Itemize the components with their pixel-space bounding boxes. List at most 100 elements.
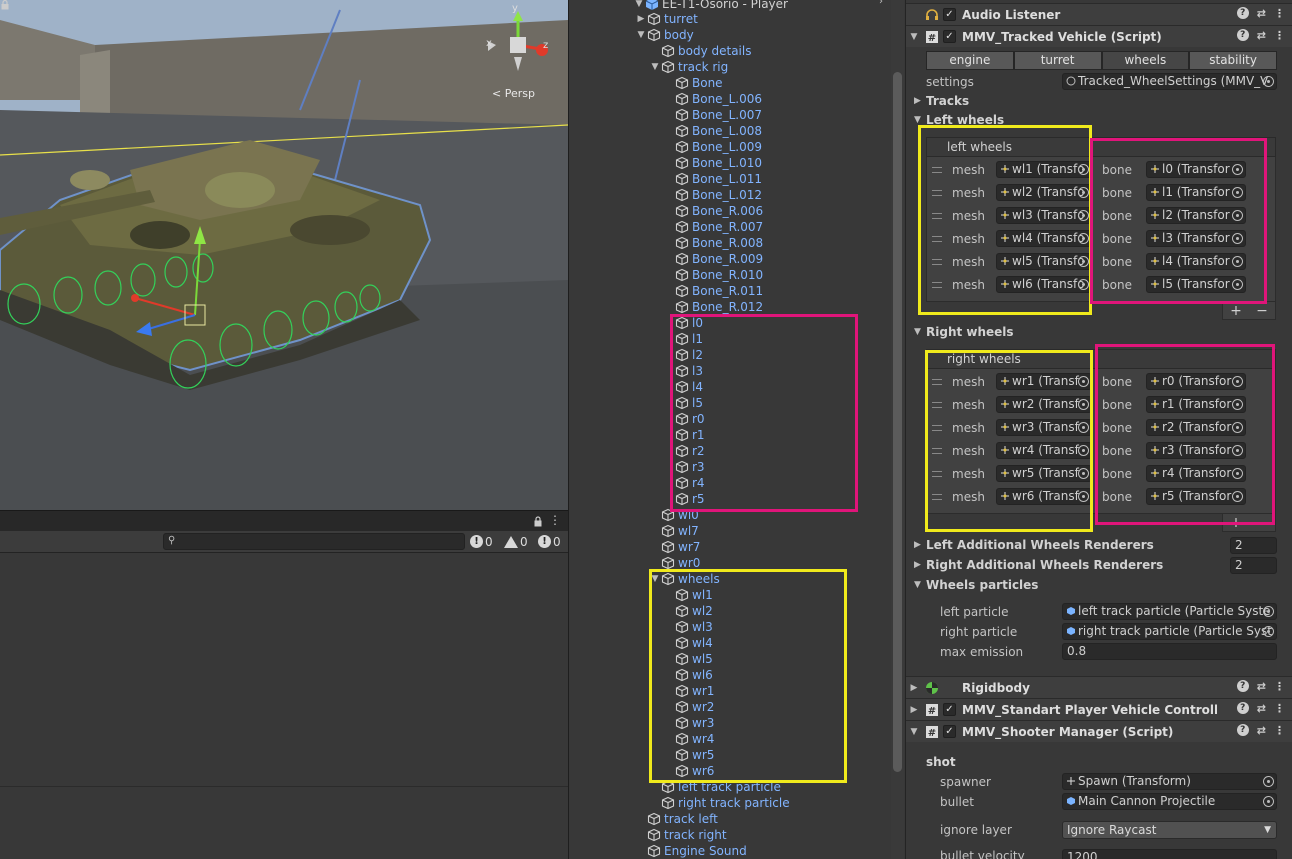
- hierarchy-item[interactable]: wl1: [663, 587, 713, 603]
- remove-element-button[interactable]: −: [1256, 515, 1268, 531]
- right-wheels-foldout[interactable]: ▼ Right wheels: [914, 325, 1014, 339]
- add-element-button[interactable]: +: [1230, 515, 1242, 531]
- hierarchy-item[interactable]: wl0: [649, 507, 699, 523]
- mesh-field[interactable]: wl1 (Transfo: [996, 161, 1092, 178]
- info-count-toggle[interactable]: ! 0: [470, 533, 493, 550]
- hierarchy-item[interactable]: Bone_L.010: [663, 155, 762, 171]
- left-additional-count-field[interactable]: 2: [1230, 537, 1277, 554]
- object-picker-icon[interactable]: [1263, 606, 1274, 617]
- hierarchy-item[interactable]: Bone_L.012: [663, 187, 762, 203]
- object-picker-icon[interactable]: [1232, 468, 1243, 479]
- ignore-layer-dropdown[interactable]: Ignore Raycast ▼: [1062, 821, 1277, 839]
- mesh-field[interactable]: wl6 (Transfo: [996, 276, 1092, 293]
- mesh-field[interactable]: wr1 (Transf: [996, 373, 1092, 390]
- hierarchy-item[interactable]: wr5: [663, 747, 714, 763]
- fold-arrow-icon[interactable]: ▶: [914, 540, 926, 550]
- enabled-checkbox[interactable]: ✓: [943, 703, 956, 716]
- mesh-field[interactable]: wl2 (Transfo: [996, 184, 1092, 201]
- lock-icon[interactable]: [0, 0, 10, 10]
- hierarchy-item[interactable]: l1: [663, 331, 703, 347]
- object-picker-icon[interactable]: [1078, 445, 1089, 456]
- help-icon[interactable]: ?: [1236, 680, 1249, 692]
- reorder-handle-icon[interactable]: [932, 236, 942, 242]
- hierarchy-item[interactable]: wr6: [663, 763, 714, 779]
- object-picker-icon[interactable]: [1263, 76, 1274, 87]
- hierarchy-item[interactable]: Bone_L.007: [663, 107, 762, 123]
- object-picker-icon[interactable]: [1078, 491, 1089, 502]
- fold-arrow-icon[interactable]: ▶: [914, 560, 926, 570]
- hierarchy-item[interactable]: wl2: [663, 603, 713, 619]
- hierarchy-item[interactable]: Bone_L.009: [663, 139, 762, 155]
- enabled-checkbox[interactable]: ✓: [943, 30, 956, 43]
- remove-element-button[interactable]: −: [1256, 303, 1268, 319]
- bone-field[interactable]: r5 (Transfor: [1146, 488, 1246, 505]
- hierarchy-item[interactable]: wr4: [663, 731, 714, 747]
- hierarchy-item[interactable]: track right: [635, 827, 727, 843]
- component-audio-listener[interactable]: ✓ Audio Listener ? ⇄ ⋮: [906, 3, 1292, 25]
- hierarchy-item[interactable]: ▼ body: [635, 27, 694, 43]
- settings-field[interactable]: Tracked_WheelSettings (MMV_V: [1062, 73, 1277, 90]
- hierarchy-item[interactable]: r3: [663, 459, 705, 475]
- reorder-handle-icon[interactable]: [932, 259, 942, 265]
- bullet-velocity-field[interactable]: 1200: [1062, 849, 1277, 859]
- object-picker-icon[interactable]: [1078, 279, 1089, 290]
- warning-count-toggle[interactable]: 0: [504, 533, 528, 550]
- mesh-field[interactable]: wl5 (Transfo: [996, 253, 1092, 270]
- reorder-handle-icon[interactable]: [932, 425, 942, 431]
- bone-field[interactable]: l1 (Transfor: [1146, 184, 1246, 201]
- fold-arrow-icon[interactable]: ▶: [906, 705, 922, 715]
- help-icon[interactable]: ?: [1236, 7, 1249, 19]
- hierarchy-item[interactable]: l0: [663, 315, 703, 331]
- preset-icon[interactable]: ⇄: [1257, 29, 1266, 42]
- left-particle-field[interactable]: left track particle (Particle Syste: [1062, 603, 1277, 620]
- hierarchy-item[interactable]: right track particle: [649, 795, 790, 811]
- hierarchy-item[interactable]: r1: [663, 427, 705, 443]
- hierarchy-item[interactable]: body details: [649, 43, 751, 59]
- hierarchy-item[interactable]: Bone_L.006: [663, 91, 762, 107]
- hierarchy-item[interactable]: wr2: [663, 699, 714, 715]
- fold-arrow-icon[interactable]: ▼: [649, 571, 661, 587]
- preset-icon[interactable]: ⇄: [1257, 702, 1266, 715]
- fold-arrow-icon[interactable]: ▼: [649, 59, 661, 75]
- mesh-field[interactable]: wr2 (Transf: [996, 396, 1092, 413]
- hierarchy-item[interactable]: wl7: [649, 523, 699, 539]
- hierarchy-item[interactable]: Bone_L.008: [663, 123, 762, 139]
- hierarchy-item[interactable]: Bone_R.010: [663, 267, 763, 283]
- object-picker-icon[interactable]: [1232, 256, 1243, 267]
- hierarchy-item[interactable]: wr7: [649, 539, 700, 555]
- bone-field[interactable]: l0 (Transfor: [1146, 161, 1246, 178]
- fold-arrow-icon[interactable]: ▼: [906, 727, 922, 737]
- hierarchy-item[interactable]: Bone_R.006: [663, 203, 763, 219]
- spawner-field[interactable]: Spawn (Transform): [1062, 773, 1277, 790]
- mesh-field[interactable]: wl3 (Transfo: [996, 207, 1092, 224]
- preset-icon[interactable]: ⇄: [1257, 680, 1266, 693]
- reorder-handle-icon[interactable]: [932, 402, 942, 408]
- object-picker-icon[interactable]: [1078, 422, 1089, 433]
- left-additional-foldout[interactable]: ▶ Left Additional Wheels Renderers: [914, 538, 1154, 552]
- projection-toggle[interactable]: < Persp: [492, 87, 535, 100]
- object-picker-icon[interactable]: [1078, 233, 1089, 244]
- fold-arrow-icon[interactable]: ▼: [914, 580, 926, 590]
- hierarchy-item[interactable]: r2: [663, 443, 705, 459]
- hierarchy-item[interactable]: l3: [663, 363, 703, 379]
- object-picker-icon[interactable]: [1232, 164, 1243, 175]
- hierarchy-item[interactable]: wl4: [663, 635, 713, 651]
- object-picker-icon[interactable]: [1263, 626, 1274, 637]
- bone-field[interactable]: l5 (Transfor: [1146, 276, 1246, 293]
- bone-field[interactable]: r0 (Transfor: [1146, 373, 1246, 390]
- tab-wheels[interactable]: wheels: [1101, 51, 1190, 70]
- preset-icon[interactable]: ⇄: [1257, 7, 1266, 20]
- hierarchy-item[interactable]: Bone_R.009: [663, 251, 763, 267]
- bone-field[interactable]: r1 (Transfor: [1146, 396, 1246, 413]
- hierarchy-item[interactable]: ▶ turret: [635, 11, 698, 27]
- hierarchy-item[interactable]: wl5: [663, 651, 713, 667]
- hierarchy-item[interactable]: wr1: [663, 683, 714, 699]
- add-element-button[interactable]: +: [1230, 303, 1242, 319]
- console-log-area[interactable]: [0, 553, 568, 859]
- hierarchy-item[interactable]: wl6: [663, 667, 713, 683]
- component-player-controller[interactable]: ▶ # ✓ MMV_Standart Player Vehicle Contro…: [906, 698, 1292, 720]
- help-icon[interactable]: ?: [1236, 29, 1249, 41]
- hierarchy-item[interactable]: Bone_L.011: [663, 171, 762, 187]
- mesh-field[interactable]: wr4 (Transf: [996, 442, 1092, 459]
- object-picker-icon[interactable]: [1078, 210, 1089, 221]
